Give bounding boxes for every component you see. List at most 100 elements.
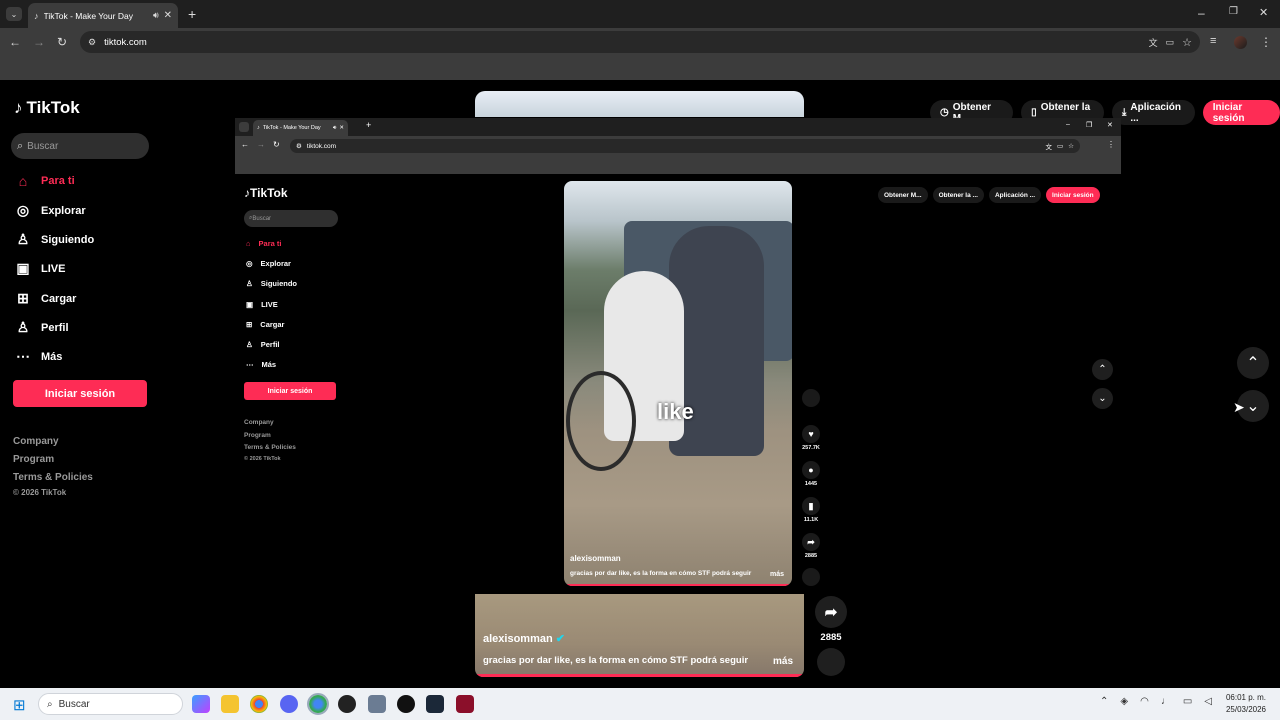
reload-icon[interactable]: ↻: [57, 35, 67, 49]
search-input[interactable]: ⌕ Buscar: [11, 133, 149, 159]
music-disc[interactable]: [815, 648, 847, 680]
share-action[interactable]: ➦ 2885: [815, 596, 847, 643]
sidebar-item-explorar[interactable]: ◎ Explorar: [15, 202, 86, 219]
sidebar-item-perfil[interactable]: ♙ Perfil: [15, 319, 69, 336]
forward-icon[interactable]: →: [33, 35, 45, 49]
inner-video-player[interactable]: like alexisomman gracias por dar like, e…: [564, 181, 792, 586]
inner-nav-perfil: ♙ Perfil: [246, 340, 280, 349]
file-explorer-icon[interactable]: [221, 695, 239, 713]
download-icon: ⤓: [1121, 107, 1127, 118]
inner-scroll-up-icon: ⌃: [1092, 359, 1113, 380]
inner-tab-search-icon: [239, 122, 249, 132]
inner-minimize-icon: –: [1066, 121, 1070, 128]
inner-nav-mas: ⋯ Más: [246, 360, 276, 369]
taskbar-clock[interactable]: 06:01 p. m. 25/03/2026: [1226, 692, 1266, 716]
inner-speaker-icon: 🔊︎: [332, 124, 337, 131]
footer-company[interactable]: Company: [13, 436, 59, 447]
following-icon: ♙: [16, 231, 30, 247]
sidebar-item-label: Para ti: [41, 175, 75, 187]
tab-title: TikTok - Make Your Day: [43, 10, 133, 21]
inner-video-more: más: [769, 571, 784, 578]
tiktok-logo[interactable]: ♪ TikTok: [14, 98, 80, 118]
profile-avatar[interactable]: [1234, 36, 1247, 49]
footer-terms[interactable]: Terms & Policies: [13, 472, 93, 483]
toolbar-spacer: [0, 56, 1280, 80]
sidebar-item-label: Cargar: [41, 292, 77, 305]
bookmark-star-icon[interactable]: ☆: [1182, 36, 1192, 49]
inner-nav-label: Perfil: [260, 340, 280, 349]
restore-icon[interactable]: ❐: [1229, 6, 1238, 17]
cast-icon[interactable]: ▭: [1166, 37, 1175, 48]
browser-tab[interactable]: ♪ TikTok - Make Your Day 🔊︎ ✕: [28, 3, 178, 28]
video-scene-wheelchair: [566, 371, 636, 471]
unity-icon[interactable]: [397, 695, 415, 713]
inner-logo-text: TikTok: [250, 186, 288, 200]
window-close-icon[interactable]: ✕: [1259, 6, 1268, 19]
copilot-icon[interactable]: [192, 695, 210, 713]
inner-desktop-app-button: Aplicación ...: [988, 187, 1042, 203]
desktop-app-button[interactable]: ⤓ Aplicación ...: [1111, 100, 1195, 125]
tray-chevron-icon[interactable]: ⌃: [1100, 696, 1108, 707]
chrome-active-icon[interactable]: [307, 693, 329, 715]
sidebar-item-siguiendo[interactable]: ♙ Siguiendo: [15, 231, 94, 248]
wifi-icon[interactable]: ◠: [1140, 696, 1149, 707]
address-bar[interactable]: ⚙ tiktok.com 文 ▭ ☆: [80, 31, 1200, 53]
sidebar-item-live[interactable]: ▣ LIVE: [15, 260, 65, 277]
sidebar-item-mas[interactable]: ⋯ Más: [15, 348, 62, 365]
inner-search-placeholder: Buscar: [252, 215, 272, 222]
inner-close-icon: ✕: [1107, 122, 1113, 129]
taskbar-search-placeholder: Buscar: [58, 698, 90, 710]
obs-icon[interactable]: [338, 695, 356, 713]
speaker-icon[interactable]: 🔊︎: [153, 10, 159, 21]
inner-nav-siguiendo: ♙ Siguiendo: [246, 279, 297, 288]
inner-nav-label: Cargar: [260, 320, 285, 329]
system-tray: ⌃ ◈ ◠ ♩ ▭ ◁: [1100, 696, 1212, 707]
clock-time: 06:01 p. m.: [1225, 693, 1266, 702]
tray-app-icon[interactable]: ◈: [1120, 696, 1128, 707]
inner-reload-icon: ↻: [273, 140, 280, 149]
chrome-icon[interactable]: [250, 695, 268, 713]
video-overlay-text: like: [657, 399, 694, 424]
site-info-icon[interactable]: ⚙: [88, 37, 96, 48]
chrome-menu-icon[interactable]: ⋮: [1260, 35, 1272, 49]
header-login-button[interactable]: Iniciar sesión: [1202, 100, 1280, 125]
video-progress-bar[interactable]: [475, 674, 804, 677]
scroll-up-button[interactable]: ⌃: [1237, 347, 1269, 379]
inner-like-action: ♥ 257.7K: [801, 425, 821, 451]
inner-share-icon: ➦: [802, 533, 820, 551]
inner-nav-label: LIVE: [261, 300, 278, 309]
back-icon[interactable]: ←: [9, 35, 21, 49]
taskbar-search-input[interactable]: ⌕ Buscar: [38, 693, 183, 715]
inner-tiktok-logo: ♪TikTok: [244, 186, 288, 200]
battery-icon[interactable]: ▭: [1183, 696, 1192, 707]
discord-icon[interactable]: [280, 695, 298, 713]
settings-app-icon[interactable]: [368, 695, 386, 713]
minimize-icon[interactable]: –: [1198, 6, 1205, 20]
video-author[interactable]: alexisomman ✔: [483, 632, 565, 645]
translate-icon[interactable]: 文: [1149, 36, 1158, 49]
search-icon: ⌕: [17, 139, 24, 152]
footer-program[interactable]: Program: [13, 454, 54, 465]
mic-icon[interactable]: ♩: [1161, 696, 1171, 707]
video-more-button[interactable]: más: [773, 656, 793, 667]
affinity-icon[interactable]: [456, 695, 474, 713]
volume-icon[interactable]: ◁: [1204, 696, 1212, 707]
media-control-icon[interactable]: ≡: [1210, 35, 1216, 47]
sidebar-item-cargar[interactable]: ⊞ Cargar: [15, 290, 76, 307]
windows-start-icon[interactable]: ⊞: [13, 696, 26, 714]
steam-icon[interactable]: [426, 695, 444, 713]
inner-home-icon: ⌂: [246, 239, 251, 248]
verified-badge-icon: ✔: [555, 633, 565, 645]
current-video-player[interactable]: alexisomman ✔ gracias por dar like, es l…: [475, 594, 804, 677]
tab-close-icon[interactable]: ✕: [164, 10, 172, 21]
inner-share-count: 2885: [804, 553, 818, 559]
tab-search-icon[interactable]: ⌄: [6, 7, 22, 21]
sidebar-item-para-ti[interactable]: ⌂ Para ti: [15, 173, 75, 189]
login-button[interactable]: Iniciar sesión: [13, 380, 147, 407]
new-tab-icon[interactable]: +: [188, 6, 196, 22]
inner-tab-close-icon: ✕: [339, 125, 344, 131]
inner-translate-icon: 文: [1045, 144, 1053, 151]
sidebar-item-label: Explorar: [41, 204, 86, 217]
inner-nav-explorar: ◎ Explorar: [246, 259, 291, 268]
previous-video-thumbnail[interactable]: [475, 91, 804, 117]
